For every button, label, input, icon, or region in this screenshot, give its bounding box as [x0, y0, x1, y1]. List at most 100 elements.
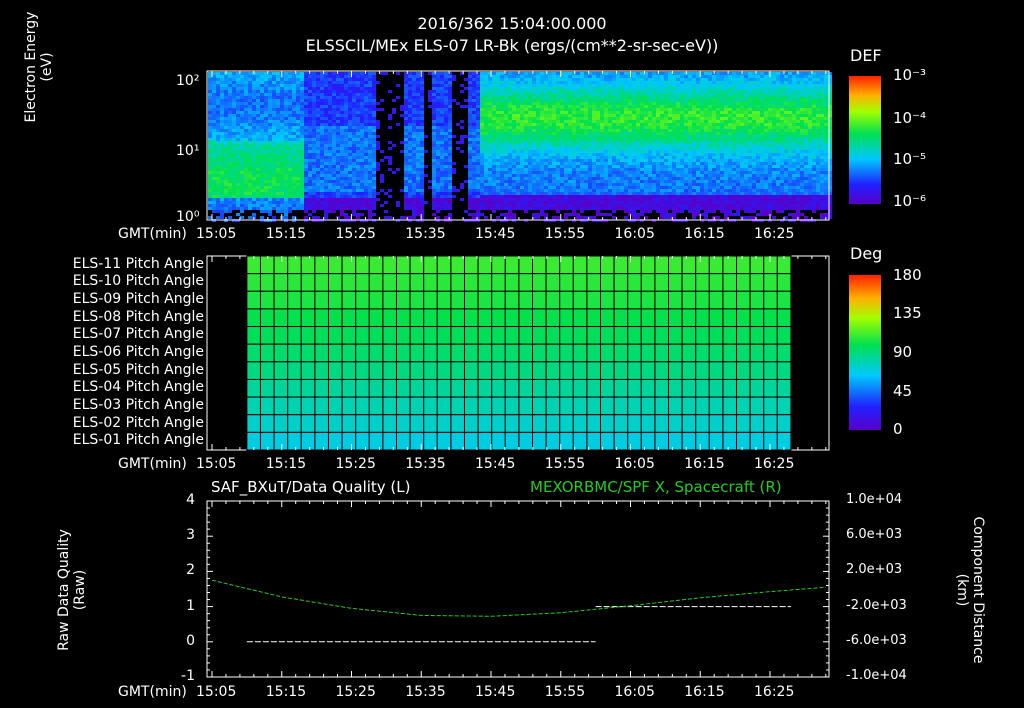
spectro-cell — [264, 78, 268, 81]
spectro-cell — [392, 147, 396, 150]
spectro-cell — [416, 162, 420, 165]
spectro-cell — [380, 216, 384, 219]
spectro-cell — [436, 108, 440, 111]
spectro-cell — [432, 147, 436, 150]
spectro-cell — [532, 198, 536, 201]
spectro-cell — [360, 147, 364, 150]
spectro-cell — [500, 111, 504, 114]
spectro-cell — [340, 126, 344, 129]
spectro-cell — [396, 129, 400, 132]
spectro-cell — [256, 183, 260, 186]
spectro-cell — [548, 177, 552, 180]
spectro-cell — [440, 156, 444, 159]
spectro-cell — [412, 138, 416, 141]
spectro-cell — [568, 192, 572, 195]
spectro-cell — [588, 87, 592, 90]
spectro-cell — [216, 213, 220, 216]
spectro-cell — [252, 105, 256, 108]
spectro-cell — [304, 213, 308, 216]
spectro-cell — [280, 204, 284, 207]
spectro-cell — [528, 156, 532, 159]
spectro-cell — [292, 153, 296, 156]
spectro-cell — [436, 129, 440, 132]
spectro-cell — [256, 90, 260, 93]
spectro-cell — [352, 180, 356, 183]
spectro-cell — [368, 144, 372, 147]
spectro-cell — [276, 201, 280, 204]
spectro-cell — [396, 84, 400, 87]
spectro-cell — [224, 210, 228, 213]
spectro-cell — [528, 111, 532, 114]
spectro-cell — [564, 135, 568, 138]
spectro-cell — [548, 144, 552, 147]
spectro-cell — [320, 75, 324, 78]
spectro-cell — [364, 180, 368, 183]
spectro-cell — [556, 72, 560, 75]
spectro-cell — [420, 111, 424, 114]
spectro-cell — [396, 201, 400, 204]
spectro-cell — [384, 72, 388, 75]
spectro-cell — [356, 180, 360, 183]
spectro-cell — [600, 189, 604, 192]
spectro-cell — [356, 192, 360, 195]
spectro-cell — [436, 120, 440, 123]
spectro-cell — [548, 114, 552, 117]
spectro-cell — [456, 90, 460, 93]
spectro-cell — [308, 84, 312, 87]
spectro-cell — [232, 150, 236, 153]
spectro-cell — [372, 117, 376, 120]
spectro-cell — [244, 195, 248, 198]
spectro-cell — [424, 111, 428, 114]
spectro-cell — [520, 117, 524, 120]
spectro-cell — [504, 159, 508, 162]
spectro-cell — [328, 90, 332, 93]
spectro-cell — [556, 204, 560, 207]
spectro-cell — [388, 96, 392, 99]
spectro-cell — [596, 99, 600, 102]
spectro-cell — [472, 108, 476, 111]
spectro-cell — [320, 156, 324, 159]
spectro-cell — [356, 93, 360, 96]
spectro-cell — [212, 189, 216, 192]
spectro-cell — [584, 84, 588, 87]
spectro-cell — [488, 87, 492, 90]
spectro-cell — [256, 186, 260, 189]
spectro-cell — [244, 180, 248, 183]
spectro-cell — [524, 192, 528, 195]
spectro-cell — [516, 81, 520, 84]
spectro-cell — [300, 96, 304, 99]
spectro-cell — [372, 189, 376, 192]
spectro-cell — [592, 180, 596, 183]
spectro-cell — [544, 207, 548, 210]
spectro-cell — [436, 174, 440, 177]
spectro-cell — [320, 102, 324, 105]
spectro-cell — [280, 153, 284, 156]
spectro-cell — [548, 201, 552, 204]
spectro-cell — [508, 129, 512, 132]
spectro-cell — [340, 123, 344, 126]
spectro-cell — [272, 216, 276, 219]
spectro-cell — [416, 174, 420, 177]
spectro-cell — [336, 78, 340, 81]
spectro-cell — [348, 171, 352, 174]
spectro-cell — [404, 123, 408, 126]
spectro-cell — [324, 75, 328, 78]
spectro-cell — [260, 126, 264, 129]
spectro-cell — [492, 90, 496, 93]
spectro-cell — [336, 168, 340, 171]
spectro-cell — [540, 117, 544, 120]
spectro-cell — [244, 141, 248, 144]
spectro-cell — [464, 201, 468, 204]
spectro-cell — [348, 201, 352, 204]
spectro-cell — [580, 72, 584, 75]
spectro-cell — [372, 162, 376, 165]
spectro-cell — [532, 213, 536, 216]
spectro-cell — [504, 204, 508, 207]
spectro-cell — [388, 72, 392, 75]
spectro-cell — [256, 102, 260, 105]
spectro-cell — [592, 210, 596, 213]
spectro-cell — [476, 153, 480, 156]
spectro-cell — [208, 171, 212, 174]
spectro-cell — [520, 198, 524, 201]
spectro-cell — [592, 150, 596, 153]
